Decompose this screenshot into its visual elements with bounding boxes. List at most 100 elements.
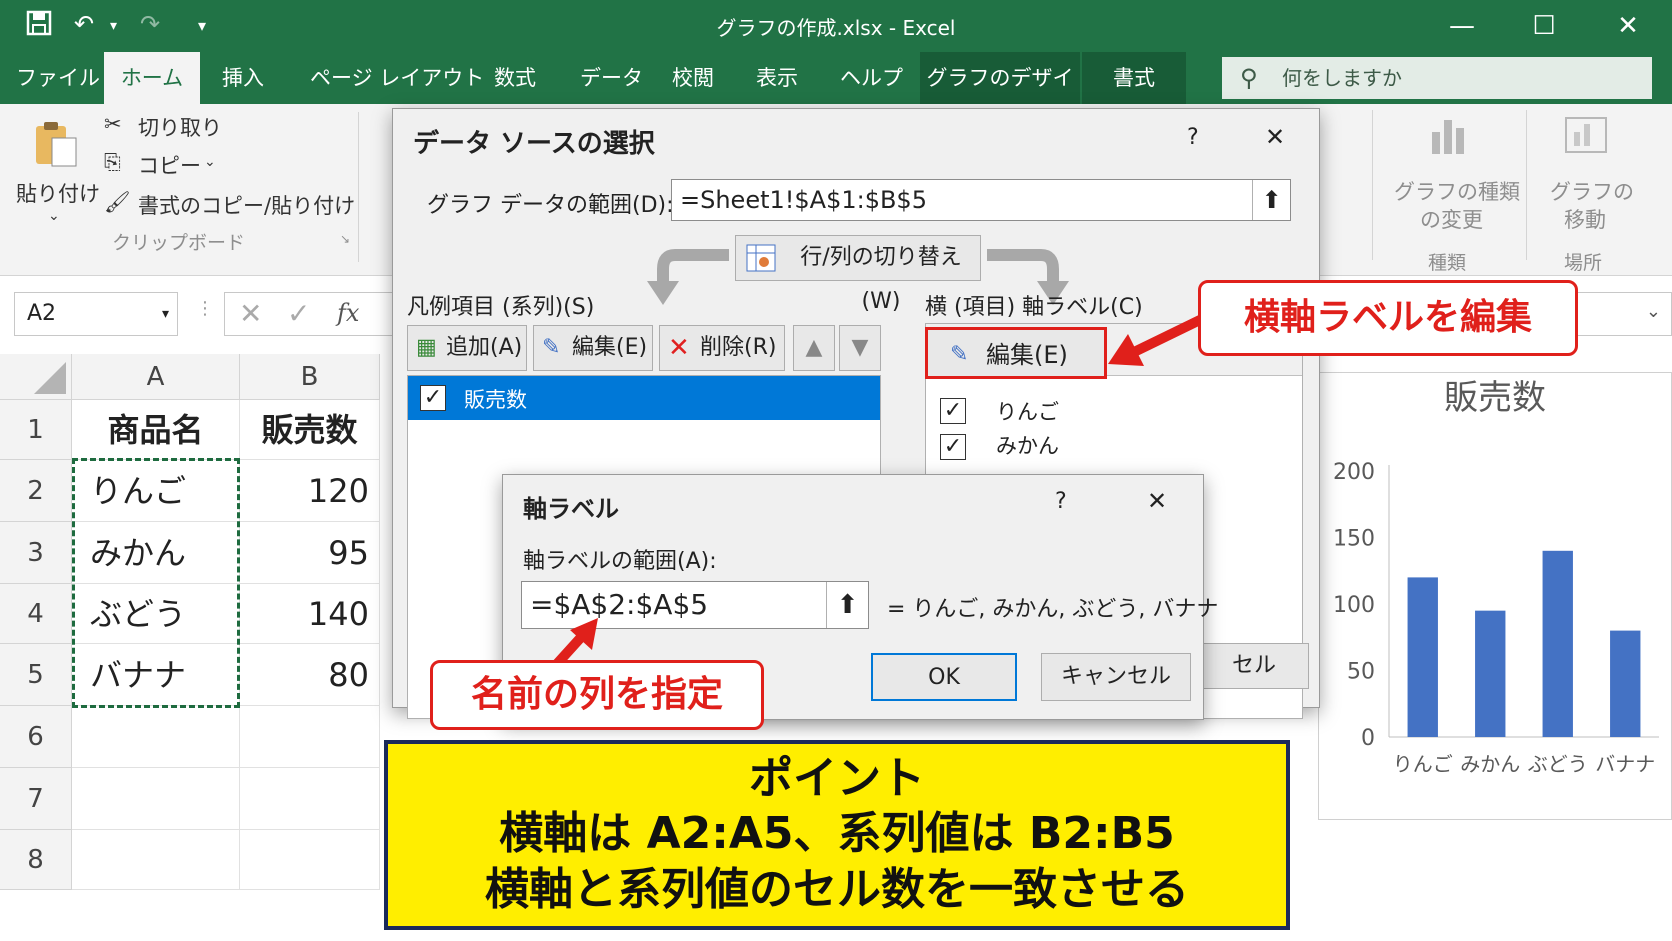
cell-a6[interactable] [72, 706, 240, 768]
tab-view[interactable]: 表示 [756, 52, 798, 104]
tell-me-search[interactable]: ⚲ 何をしますか [1222, 57, 1652, 99]
chart-area[interactable]: 販売数 0 50 100 150 200 りんご みかん ぶどう バナナ [1318, 372, 1672, 820]
type-group-label: 種類 [1428, 252, 1467, 274]
tab-formulas[interactable]: 数式 [494, 52, 536, 104]
y-tick-label: 50 [1347, 660, 1375, 685]
tab-review[interactable]: 校閲 [672, 52, 714, 104]
group-divider [358, 112, 359, 262]
y-tick-label: 0 [1361, 726, 1375, 751]
edit-series-button[interactable]: ✎ 編集(E) [533, 325, 653, 371]
axis-range-label: 軸ラベルの範囲(A): [523, 549, 717, 574]
clipboard-group-label: クリップボード [112, 232, 246, 254]
tab-format[interactable]: 書式 [1082, 52, 1186, 104]
series-name: 販売数 [464, 388, 527, 412]
copy-icon: ⎘ [104, 150, 121, 174]
maximize-button[interactable]: ☐ [1514, 6, 1574, 46]
select-all-corner[interactable] [0, 354, 72, 400]
tab-page-layout[interactable]: ページ レイアウト [310, 52, 484, 104]
insert-function-icon[interactable]: fx [337, 299, 359, 327]
cancel-entry-icon[interactable]: ✕ [239, 297, 262, 330]
change-chart-type-label-2[interactable]: の変更 [1420, 204, 1483, 234]
name-box[interactable]: A2 ▾ [14, 292, 178, 336]
tab-home[interactable]: ホーム [104, 52, 200, 104]
axis-checkbox[interactable]: ✓ [940, 398, 966, 424]
paste-label[interactable]: 貼り付け [16, 178, 100, 208]
row-header-1[interactable]: 1 [0, 400, 72, 460]
ok-button[interactable]: OK [871, 653, 1017, 701]
list-item[interactable]: ✓ 販売数 [408, 376, 880, 420]
axis-checkbox[interactable]: ✓ [940, 434, 966, 460]
cell-b7[interactable] [240, 768, 380, 830]
row-header-5[interactable]: 5 [0, 644, 72, 706]
column-header-b[interactable]: B [240, 354, 380, 400]
move-chart-label-1[interactable]: グラフの [1550, 176, 1634, 206]
more-options-icon[interactable]: ⋮ [196, 298, 214, 319]
edit-axis-labels-button[interactable]: ✎ 編集(E) [925, 327, 1107, 379]
series-checkbox[interactable]: ✓ [420, 385, 446, 411]
cell-b2[interactable]: 120 [240, 460, 380, 522]
move-down-button[interactable]: ▼ [839, 325, 881, 371]
change-chart-type-label-1[interactable]: グラフの種類 [1394, 176, 1520, 206]
format-painter-button[interactable]: 書式のコピー/貼り付け [138, 190, 355, 220]
close-button[interactable]: ✕ [1265, 123, 1285, 151]
tab-chart-design[interactable]: グラフのデザイン [920, 52, 1080, 142]
point-heading: ポイント [749, 753, 925, 804]
move-chart-label-2[interactable]: 移動 [1564, 204, 1606, 234]
legend-series-label: 凡例項目 (系列)(S) [407, 295, 595, 320]
row-header-8[interactable]: 8 [0, 830, 72, 890]
minimize-button[interactable]: — [1432, 6, 1492, 46]
row-header-6[interactable]: 6 [0, 706, 72, 768]
tab-help[interactable]: ヘルプ [840, 52, 903, 104]
cell-b5[interactable]: 80 [240, 644, 380, 706]
paste-icon[interactable] [32, 120, 80, 172]
cut-icon: ✂ [104, 112, 122, 136]
move-up-button[interactable]: ▲ [793, 325, 835, 371]
edit-icon: ✎ [950, 342, 969, 367]
add-series-button[interactable]: ▦ 追加(A) [407, 325, 527, 371]
help-button[interactable]: ? [1055, 489, 1067, 514]
x-tick-label: みかん [1460, 752, 1520, 776]
collapse-dialog-icon[interactable]: ⬆ [826, 582, 868, 628]
dialog-title: データ ソースの選択 [413, 129, 655, 159]
row-header-3[interactable]: 3 [0, 522, 72, 584]
close-button[interactable]: ✕ [1147, 487, 1167, 515]
cancel-button[interactable]: キャンセル [1041, 653, 1191, 701]
paste-dropdown-icon[interactable]: ⌄ [48, 208, 60, 224]
clipboard-launcher-icon[interactable]: ↘ [340, 232, 350, 246]
cancel-button-partial[interactable]: セル [1199, 643, 1309, 689]
chart-range-input[interactable]: =Sheet1!$A$1:$B$5 ⬆ [671, 179, 1291, 221]
dialog-title: 軸ラベル [523, 495, 619, 523]
cut-button[interactable]: 切り取り [138, 112, 222, 142]
search-icon: ⚲ [1240, 64, 1258, 92]
close-button[interactable]: ✕ [1598, 6, 1658, 46]
cell-a7[interactable] [72, 768, 240, 830]
cell-a1[interactable]: 商品名 [72, 400, 240, 460]
x-tick-label: ぶどう [1528, 752, 1588, 776]
change-chart-type-icon[interactable] [1428, 114, 1472, 162]
namebox-dropdown-icon[interactable]: ▾ [162, 293, 169, 335]
cell-b8[interactable] [240, 830, 380, 890]
confirm-entry-icon[interactable]: ✓ [287, 297, 310, 330]
tab-data[interactable]: データ [580, 52, 643, 104]
switch-row-column-button[interactable]: 行/列の切り替え(W) [735, 235, 981, 314]
location-group-label: 場所 [1564, 252, 1603, 274]
cell-b3[interactable]: 95 [240, 522, 380, 584]
help-button[interactable]: ? [1187, 125, 1199, 150]
tab-file[interactable]: ファイル [16, 52, 100, 104]
column-header-a[interactable]: A [72, 354, 240, 400]
delete-series-button[interactable]: ✕ 削除(R) [659, 325, 785, 371]
copy-button[interactable]: コピー [138, 150, 201, 180]
cell-b4[interactable]: 140 [240, 584, 380, 644]
row-header-7[interactable]: 7 [0, 768, 72, 830]
cell-b6[interactable] [240, 706, 380, 768]
cell-a8[interactable] [72, 830, 240, 890]
expand-formula-bar-icon[interactable]: ⌄ [1646, 301, 1661, 322]
cell-b1[interactable]: 販売数 [240, 400, 380, 460]
chart-bar [1407, 577, 1438, 737]
row-header-4[interactable]: 4 [0, 584, 72, 644]
copy-dropdown-icon[interactable]: ⌄ [204, 154, 216, 170]
collapse-dialog-icon[interactable]: ⬆ [1252, 180, 1290, 220]
tab-insert[interactable]: 挿入 [222, 52, 264, 104]
row-header-2[interactable]: 2 [0, 460, 72, 522]
move-chart-icon[interactable] [1562, 114, 1610, 162]
